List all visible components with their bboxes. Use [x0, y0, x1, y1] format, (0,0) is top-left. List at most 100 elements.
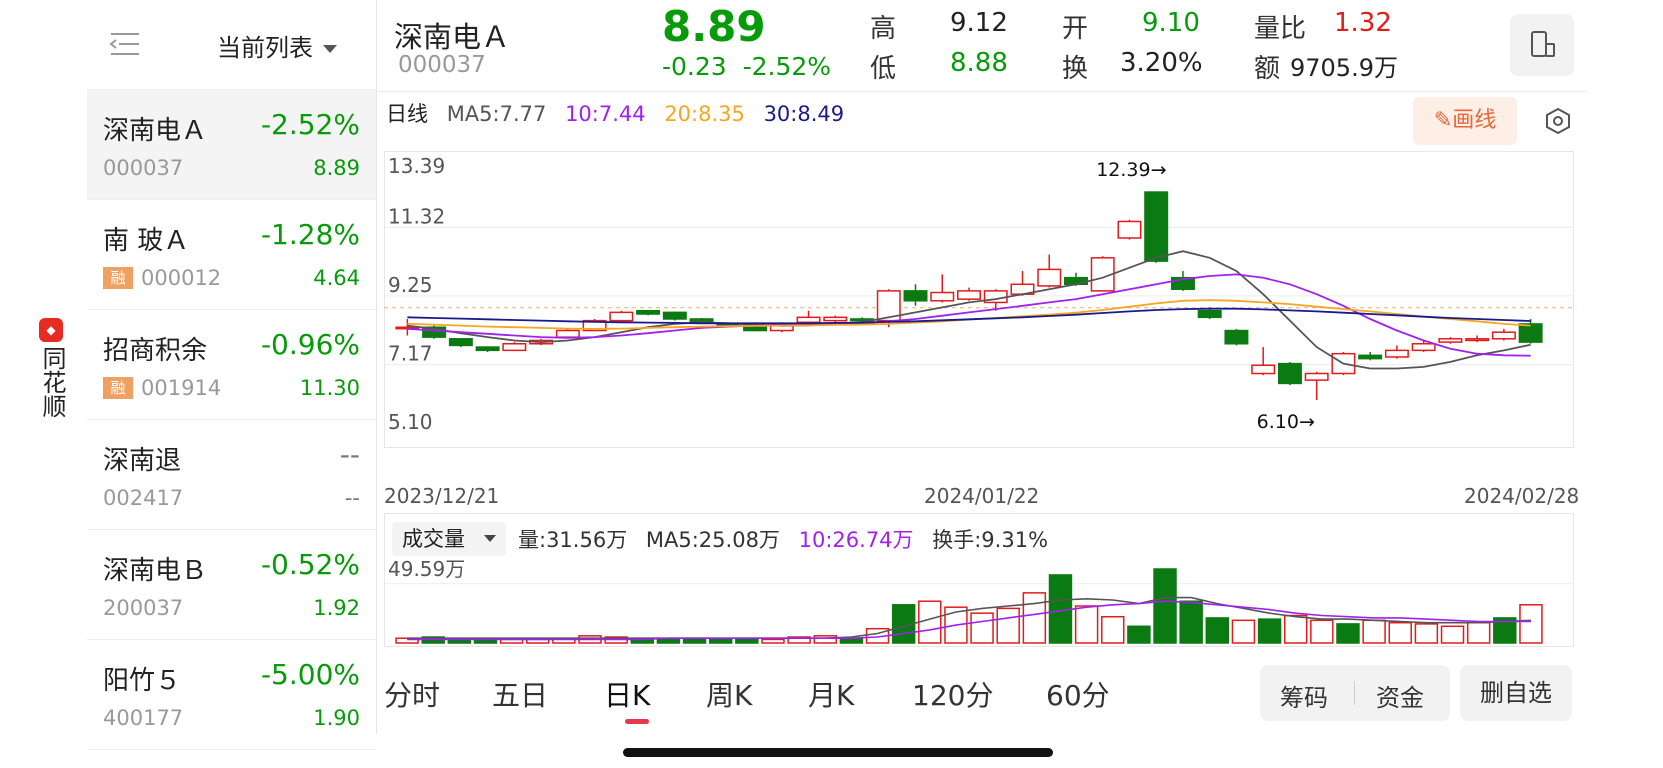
- watchlist-item[interactable]: 深南退 -- 002417 --: [87, 420, 376, 530]
- stock-code: 000037: [103, 156, 184, 180]
- candlestick-chart[interactable]: 13.39 11.32 9.25 7.17 5.10 12.39→ 6.10→: [384, 151, 1574, 477]
- candle-body: [662, 311, 687, 320]
- volume-bar: [761, 638, 785, 644]
- stock-price: 1.92: [313, 596, 360, 620]
- change-percent: --: [339, 438, 360, 471]
- candle: [1117, 219, 1142, 240]
- remove-watchlist-button[interactable]: 删自选: [1460, 665, 1572, 721]
- x-label-end: 2024/02/28: [1464, 484, 1580, 508]
- volume-bar: [1179, 600, 1203, 644]
- volume-bar: [970, 612, 994, 644]
- list-selector[interactable]: 当前列表: [217, 28, 337, 63]
- candle: [1465, 335, 1490, 343]
- tab-60min[interactable]: 60分: [1046, 674, 1110, 714]
- candle: [796, 310, 821, 324]
- ma5-label: MA5:7.77: [446, 102, 547, 126]
- candle-body: [1465, 338, 1490, 342]
- candle-body: [930, 291, 955, 302]
- candle: [1304, 371, 1329, 400]
- volume-bar: [1022, 592, 1047, 644]
- x-label-mid: 2024/01/22: [924, 484, 1040, 508]
- funds-button[interactable]: 资金: [1376, 678, 1424, 713]
- tab-weekly-k[interactable]: 周K: [706, 674, 752, 714]
- volume-bar: [1466, 621, 1491, 644]
- candle-body: [823, 316, 848, 322]
- stock-name: 南 玻Ａ: [103, 226, 190, 256]
- watchlist-item[interactable]: 南 玻Ａ -1.28% 融 000012 4.64: [87, 200, 376, 310]
- candle: [448, 338, 473, 348]
- candle-body: [796, 316, 821, 324]
- low-label: 低: [870, 54, 897, 84]
- volume-bar: [1440, 625, 1465, 644]
- candle-body: [502, 343, 527, 352]
- ma30-label: 30:8.49: [763, 102, 845, 126]
- last-price: 8.89: [662, 2, 766, 51]
- watchlist-item[interactable]: 深南电Ｂ -0.52% 200037 1.92: [87, 530, 376, 640]
- candle-body: [1197, 309, 1222, 319]
- candle-body: [1491, 331, 1516, 340]
- candle-body: [1251, 364, 1276, 375]
- y-tick-label: 5.10: [388, 410, 433, 434]
- change-percent: -1.28%: [260, 218, 360, 251]
- header-divider: [377, 91, 1587, 92]
- margin-badge: 融: [103, 377, 133, 399]
- volume-ma10: 10:26.74万: [798, 528, 914, 552]
- app-logo-icon: ◆: [39, 318, 63, 342]
- stock-code: 001914: [141, 376, 222, 400]
- amount-label: 额: [1254, 54, 1281, 84]
- watchlist-item[interactable]: 招商积余 -0.96% 融 001914 11.30: [87, 310, 376, 420]
- volume-bar: [1414, 623, 1439, 644]
- collapse-menu-icon[interactable]: [107, 30, 143, 58]
- candle-body: [636, 309, 661, 315]
- volume-turnover: 换手:9.31%: [932, 528, 1049, 552]
- change-percent: -2.52%: [260, 108, 360, 141]
- tab-five-day[interactable]: 五日: [492, 674, 548, 714]
- change-value: -0.23: [662, 52, 727, 81]
- candle-body: [957, 290, 981, 300]
- watchlist-item[interactable]: 阳竹５ -5.00% 400177 1.90: [87, 640, 376, 750]
- high-value: 9.12: [950, 8, 1008, 38]
- candle: [1251, 347, 1276, 376]
- candle: [555, 328, 580, 338]
- ma20-label: 20:8.35: [664, 102, 745, 126]
- candle: [1491, 328, 1516, 341]
- tab-intraday[interactable]: 分时: [384, 674, 440, 714]
- chips-button[interactable]: 筹码: [1280, 678, 1328, 713]
- tab-monthly-k[interactable]: 月K: [808, 674, 854, 714]
- candle-body: [1277, 362, 1302, 385]
- candle: [502, 342, 527, 352]
- stock-price: 11.30: [299, 376, 360, 400]
- candle: [609, 310, 634, 322]
- volume-ma5: MA5:25.08万: [645, 528, 780, 552]
- ma10-label: 10:7.44: [565, 102, 646, 126]
- draw-line-button[interactable]: ✎画线: [1413, 97, 1517, 145]
- tab-120min[interactable]: 120分: [912, 674, 993, 714]
- volume-bar: [1283, 614, 1308, 644]
- device-switch-button[interactable]: [1510, 14, 1574, 76]
- change-percent: -0.96%: [260, 328, 360, 361]
- volume-bar: [996, 607, 1020, 644]
- home-indicator: [623, 748, 1053, 757]
- candle-body: [1411, 343, 1436, 352]
- turnover-label: 换: [1062, 54, 1089, 84]
- stock-name: 深南退: [103, 446, 182, 476]
- price-change: -0.23 -2.52%: [662, 52, 831, 81]
- candle-body: [903, 290, 928, 302]
- candle: [475, 346, 500, 353]
- indicator-selector-label: 成交量: [402, 527, 465, 551]
- indicator-selector[interactable]: 成交量: [392, 522, 506, 556]
- stock-name: 深南电Ａ: [394, 20, 511, 54]
- candle-body: [1438, 338, 1463, 343]
- hexagon-settings-icon[interactable]: [1543, 106, 1573, 136]
- tab-daily-k[interactable]: 日K: [604, 674, 650, 714]
- candle: [636, 309, 661, 316]
- chip-divider: [1354, 681, 1355, 705]
- watchlist-item[interactable]: 深南电Ａ -2.52% 000037 8.89: [87, 90, 376, 200]
- stock-code-wrap: 002417: [103, 486, 183, 510]
- volume-bar: [1231, 619, 1256, 644]
- ma-legend: 日线 MA5:7.77 10:7.44 20:8.35 30:8.49: [386, 98, 856, 128]
- volume-bar: [708, 638, 733, 644]
- candle-body: [1358, 354, 1383, 360]
- candle: [1438, 337, 1463, 344]
- min-price-annotation: 6.10→: [1257, 411, 1315, 433]
